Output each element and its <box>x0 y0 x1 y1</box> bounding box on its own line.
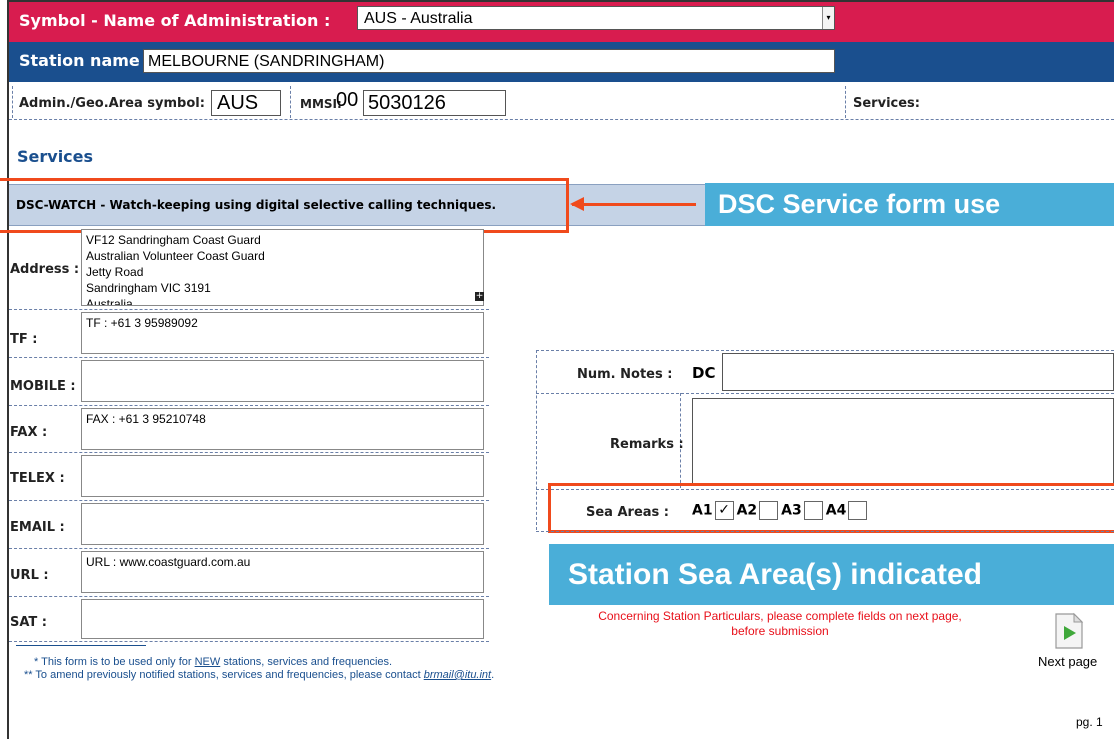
footnote-rule <box>16 645 146 646</box>
divider <box>536 393 1114 394</box>
admin-header-bar: Symbol - Name of Administration : AUS - … <box>9 2 1114 42</box>
warning-line-2: before submission <box>731 624 829 638</box>
chevron-down-icon[interactable]: ▾ <box>822 7 834 29</box>
page-number: pg. 1 <box>1076 715 1103 729</box>
station-header-bar: Station name : MELBOURNE (SANDRINGHAM) <box>9 42 1114 82</box>
next-page-label: Next page <box>1038 654 1098 669</box>
email-label: EMAIL : <box>10 520 65 535</box>
admin-select-value: AUS - Australia <box>364 10 473 27</box>
divider <box>536 531 1114 532</box>
arrow-left-icon <box>570 197 584 211</box>
footnote-2-text: ** To amend previously notified stations… <box>24 669 424 681</box>
num-notes-prefix: DC <box>692 364 716 382</box>
footnote-1: * This form is to be used only for NEW s… <box>24 656 494 669</box>
tf-label: TF : <box>10 332 38 347</box>
footnote-1-tail: stations, services and frequencies. <box>220 656 393 668</box>
station-name-input[interactable]: MELBOURNE (SANDRINGHAM) <box>143 49 835 73</box>
num-notes-input[interactable] <box>722 353 1114 391</box>
divider <box>9 309 489 310</box>
divider <box>9 548 489 549</box>
services-label: Services: <box>853 96 920 111</box>
mobile-field[interactable] <box>81 360 484 402</box>
fax-label: FAX : <box>10 425 48 440</box>
next-page-button[interactable]: Next page <box>1038 612 1114 672</box>
telex-field[interactable] <box>81 455 484 497</box>
mobile-label: MOBILE : <box>10 379 76 394</box>
footnote-2-tail: . <box>491 669 495 681</box>
divider <box>12 86 13 118</box>
new-link[interactable]: NEW <box>195 656 221 668</box>
dsc-highlight-box <box>0 178 569 233</box>
mmsi-prefix: 00 <box>336 89 359 111</box>
divider <box>9 357 489 358</box>
divider <box>9 596 489 597</box>
remarks-textarea[interactable] <box>692 398 1114 486</box>
page-arrow-icon <box>1055 612 1084 649</box>
remarks-label: Remarks : <box>610 437 684 452</box>
url-field[interactable]: URL : www.coastguard.com.au <box>81 551 484 593</box>
dsc-callout: DSC Service form use <box>705 183 1114 226</box>
sat-label: SAT : <box>10 615 48 630</box>
tf-field[interactable]: TF : +61 3 95989092 <box>81 312 484 354</box>
sea-areas-callout: Station Sea Area(s) indicated <box>549 544 1114 605</box>
sat-field[interactable] <box>81 599 484 639</box>
geo-area-label: Admin./Geo.Area symbol: <box>19 96 205 111</box>
station-label: Station name : <box>19 51 152 70</box>
address-field[interactable]: VF12 Sandringham Coast Guard Australian … <box>81 229 484 306</box>
email-link[interactable]: brmail@itu.int <box>424 669 491 681</box>
geo-area-input[interactable]: AUS <box>211 90 281 116</box>
num-notes-label: Num. Notes : <box>577 367 673 382</box>
fax-field[interactable]: FAX : +61 3 95210748 <box>81 408 484 450</box>
divider <box>9 119 1114 120</box>
arrow-line <box>572 203 696 206</box>
plus-icon[interactable]: + <box>475 292 484 301</box>
divider <box>9 500 489 501</box>
footnotes: * This form is to be used only for NEW s… <box>24 656 494 682</box>
footnote-2: ** To amend previously notified stations… <box>24 669 494 682</box>
footnote-1-text: * This form is to be used only for <box>34 656 195 668</box>
warning-text: Concerning Station Particulars, please c… <box>560 609 1000 639</box>
services-heading: Services <box>17 147 94 166</box>
address-label: Address : <box>10 262 80 277</box>
warning-line-1: Concerning Station Particulars, please c… <box>598 609 962 623</box>
telex-label: TELEX : <box>10 471 65 486</box>
divider <box>536 350 537 530</box>
divider <box>536 350 1114 351</box>
url-label: URL : <box>10 568 49 583</box>
divider <box>845 86 846 118</box>
email-field[interactable] <box>81 503 484 545</box>
sea-areas-highlight-box <box>548 483 1114 533</box>
divider <box>9 641 489 642</box>
divider <box>9 405 489 406</box>
divider <box>290 86 291 118</box>
admin-select[interactable]: AUS - Australia ▾ <box>357 6 835 30</box>
mmsi-input[interactable]: 5030126 <box>363 90 506 116</box>
divider <box>9 452 489 453</box>
admin-label: Symbol - Name of Administration : <box>19 11 331 30</box>
